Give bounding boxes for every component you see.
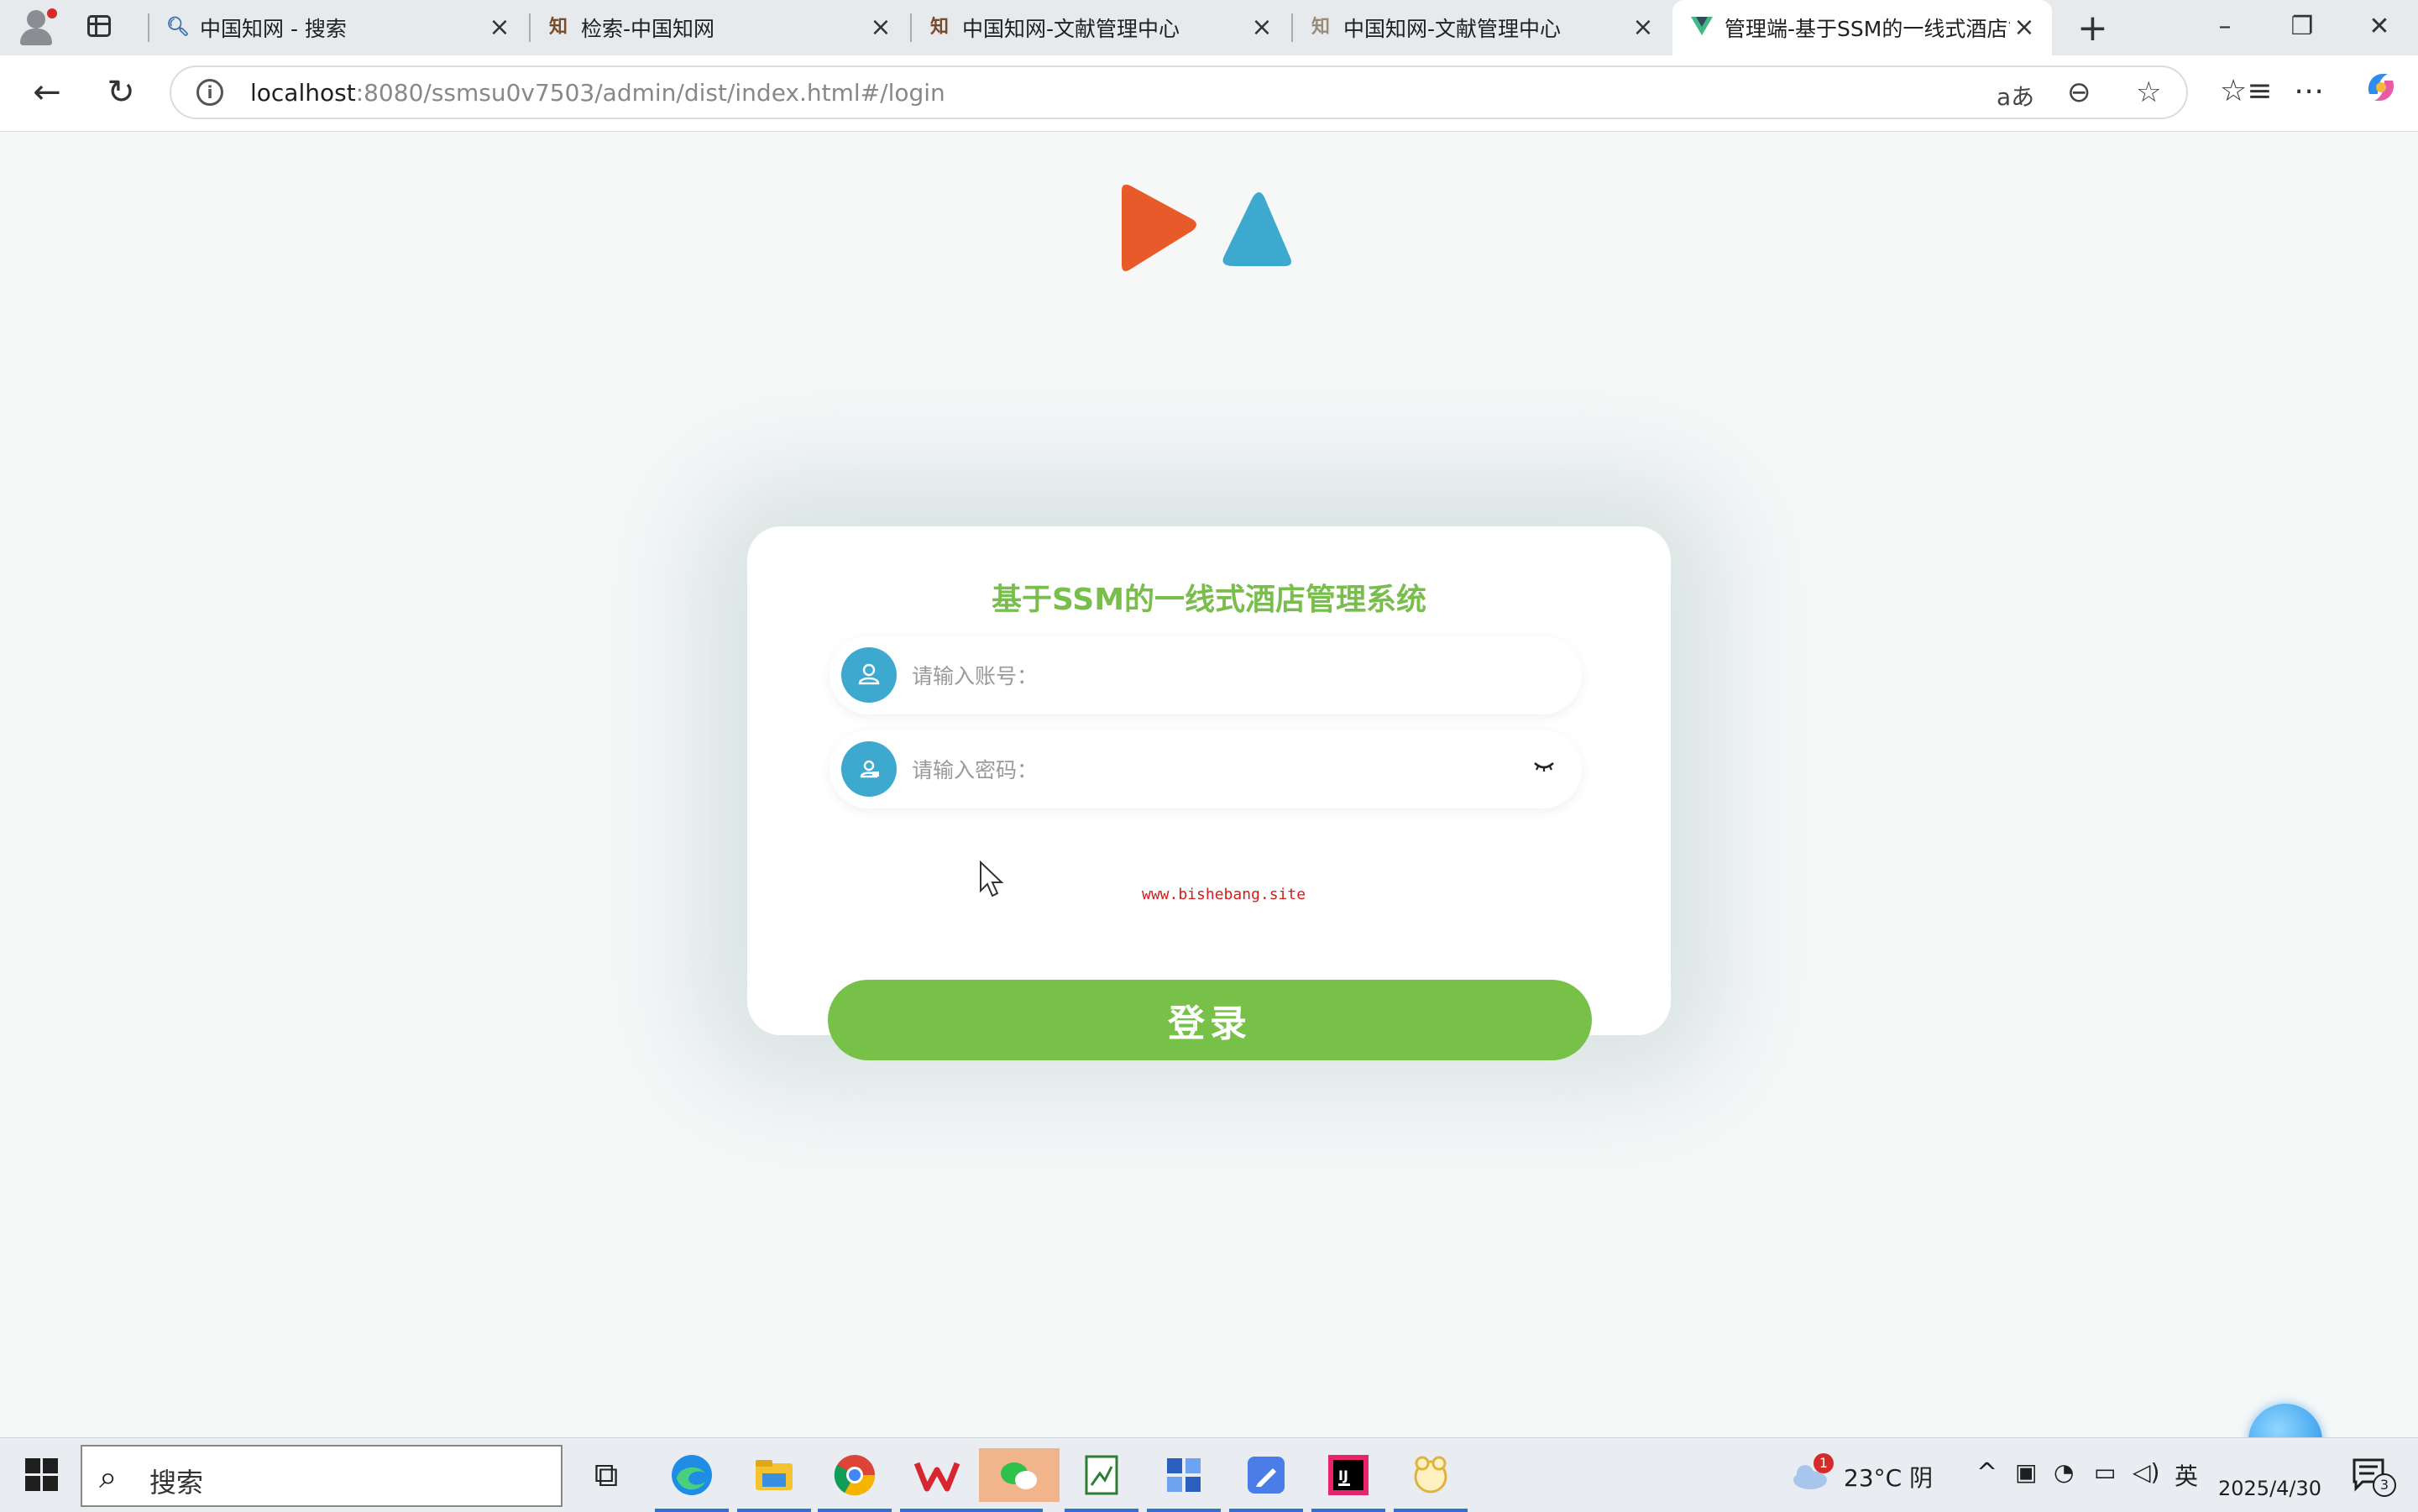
read-aloud-icon[interactable]: aあ — [1997, 79, 2034, 112]
system-title: 基于SSM的一线式酒店管理系统 — [991, 583, 1427, 617]
browser-tab-strip: 🔍︎ 中国知网 - 搜索 × 知 检索-中国知网 × 知 中国知网-文献管理中心… — [0, 0, 2418, 55]
notification-count: 3 — [2373, 1473, 2396, 1497]
chrome-browser-icon[interactable] — [818, 1448, 892, 1512]
tab-cnki-docs-1[interactable]: 知 中国知网-文献管理中心 × — [910, 0, 1290, 55]
url-text[interactable]: localhost:8080/ssmsu0v7503/admin/dist/in… — [250, 79, 945, 107]
search-icon: 🔍︎ — [166, 17, 190, 38]
tray-chevron-up-icon[interactable]: ^ — [1976, 1458, 1997, 1488]
tab-cnki-retrieve[interactable]: 知 检索-中国知网 × — [529, 0, 908, 55]
svg-text:IJ: IJ — [1338, 1468, 1348, 1483]
login-button[interactable]: 登录 — [828, 980, 1592, 1060]
window-close-icon[interactable]: ✕ — [2363, 12, 2396, 41]
volume-icon[interactable]: ◁) — [2133, 1458, 2159, 1486]
close-icon[interactable]: × — [868, 15, 893, 40]
back-arrow-icon[interactable]: ← — [25, 72, 69, 112]
search-icon: ⌕ — [99, 1458, 118, 1495]
new-tab-button[interactable]: + — [2077, 10, 2108, 47]
site-info-icon[interactable]: i — [196, 79, 223, 106]
tab-title: 管理端-基于SSM的一线式酒店管 — [1725, 17, 2010, 41]
tab-title: 中国知网-文献管理中心 — [1343, 17, 1562, 41]
eye-closed-icon[interactable] — [1531, 753, 1557, 778]
reload-icon[interactable]: ↻ — [99, 72, 143, 112]
mouse-cursor-icon — [980, 861, 1004, 897]
tab-title: 中国知网-文献管理中心 — [962, 17, 1180, 41]
edge-browser-icon[interactable] — [655, 1448, 729, 1512]
logo-icon — [1122, 184, 1291, 271]
taskbar-search-label: 搜索 — [149, 1467, 204, 1499]
user-icon — [841, 647, 897, 703]
windows-taskbar: ⌕ 搜索 ⧉ IJ 1 23°C 阴 ^ ▣ ◔ ▭ ◁) 英 2025/4/3… — [0, 1437, 2418, 1512]
watermark-text: www.bishebang.site — [1142, 886, 1306, 903]
wifi-icon[interactable]: ◔ — [2054, 1458, 2074, 1486]
tab-cnki-search[interactable]: 🔍︎ 中国知网 - 搜索 × — [148, 0, 527, 55]
wps-office-icon[interactable] — [900, 1448, 974, 1512]
input-method-indicator[interactable]: 英 — [2175, 1458, 2198, 1492]
vue-icon — [1691, 17, 1713, 39]
cnki-icon: 知 — [548, 17, 568, 38]
password-field[interactable] — [830, 730, 1582, 808]
minimize-icon[interactable]: – — [2208, 12, 2242, 41]
browser-toolbar: ← ↻ i localhost:8080/ssmsu0v7503/admin/d… — [0, 55, 2418, 132]
zoom-out-icon[interactable]: ⊖ — [2067, 76, 2091, 109]
pet-app-icon[interactable] — [1394, 1448, 1468, 1512]
close-icon[interactable]: × — [487, 15, 512, 40]
taskbar-search-box[interactable]: ⌕ 搜索 — [81, 1445, 563, 1507]
wechat-icon[interactable] — [969, 1448, 1060, 1512]
copilot-icon[interactable] — [2363, 69, 2400, 113]
weather-cloud-icon[interactable]: 1 — [1788, 1453, 1834, 1495]
close-icon[interactable]: × — [2012, 15, 2037, 40]
notification-center-icon[interactable]: 3 — [2351, 1457, 2396, 1497]
tab-title: 中国知网 - 搜索 — [200, 17, 347, 41]
date-text[interactable]: 2025/4/30 — [2218, 1477, 2321, 1500]
password-input[interactable] — [910, 748, 1501, 792]
restore-icon[interactable]: ❐ — [2285, 12, 2319, 41]
login-card: 基于SSM的一线式酒店管理系统 请输入账号： www.bishebang.sit… — [747, 526, 1671, 1060]
dashboard-app-icon[interactable] — [1147, 1448, 1221, 1512]
profile-avatar-icon[interactable] — [15, 7, 59, 50]
task-view-icon[interactable]: ⧉ — [579, 1448, 633, 1502]
weather-badge: 1 — [1814, 1453, 1834, 1473]
display-icon[interactable]: ▣ — [2015, 1458, 2037, 1486]
favorites-list-icon[interactable]: ☆≡ — [2220, 74, 2272, 108]
more-options-icon[interactable]: ⋯ — [2294, 74, 2324, 108]
intellij-idea-icon[interactable]: IJ — [1311, 1448, 1385, 1512]
vertical-tabs-icon[interactable] — [87, 15, 111, 37]
close-icon[interactable]: × — [1630, 15, 1656, 40]
tab-hotel-admin[interactable]: 管理端-基于SSM的一线式酒店管 × — [1672, 0, 2052, 55]
close-icon[interactable]: × — [1249, 15, 1274, 40]
cnki-icon: 知 — [1311, 17, 1330, 38]
battery-icon[interactable]: ▭ — [2094, 1458, 2116, 1486]
notes-app-icon[interactable] — [1229, 1448, 1303, 1512]
file-explorer-icon[interactable] — [737, 1448, 811, 1512]
password-user-icon — [841, 741, 897, 797]
cnki-icon: 知 — [929, 17, 949, 38]
tab-cnki-docs-2[interactable]: 知 中国知网-文献管理中心 × — [1291, 0, 1671, 55]
username-field[interactable] — [830, 636, 1582, 714]
favorite-star-icon[interactable]: ☆ — [2136, 76, 2161, 109]
login-page: 基于SSM的一线式酒店管理系统 请输入账号： www.bishebang.sit… — [0, 132, 2418, 1436]
username-input[interactable] — [910, 654, 1501, 698]
windows-start-icon[interactable] — [25, 1458, 59, 1492]
address-bar[interactable]: i localhost:8080/ssmsu0v7503/admin/dist/… — [170, 65, 2188, 119]
editor-app-icon[interactable] — [1065, 1448, 1138, 1512]
tab-title: 检索-中国知网 — [581, 17, 715, 41]
weather-text[interactable]: 23°C 阴 — [1844, 1460, 1933, 1494]
